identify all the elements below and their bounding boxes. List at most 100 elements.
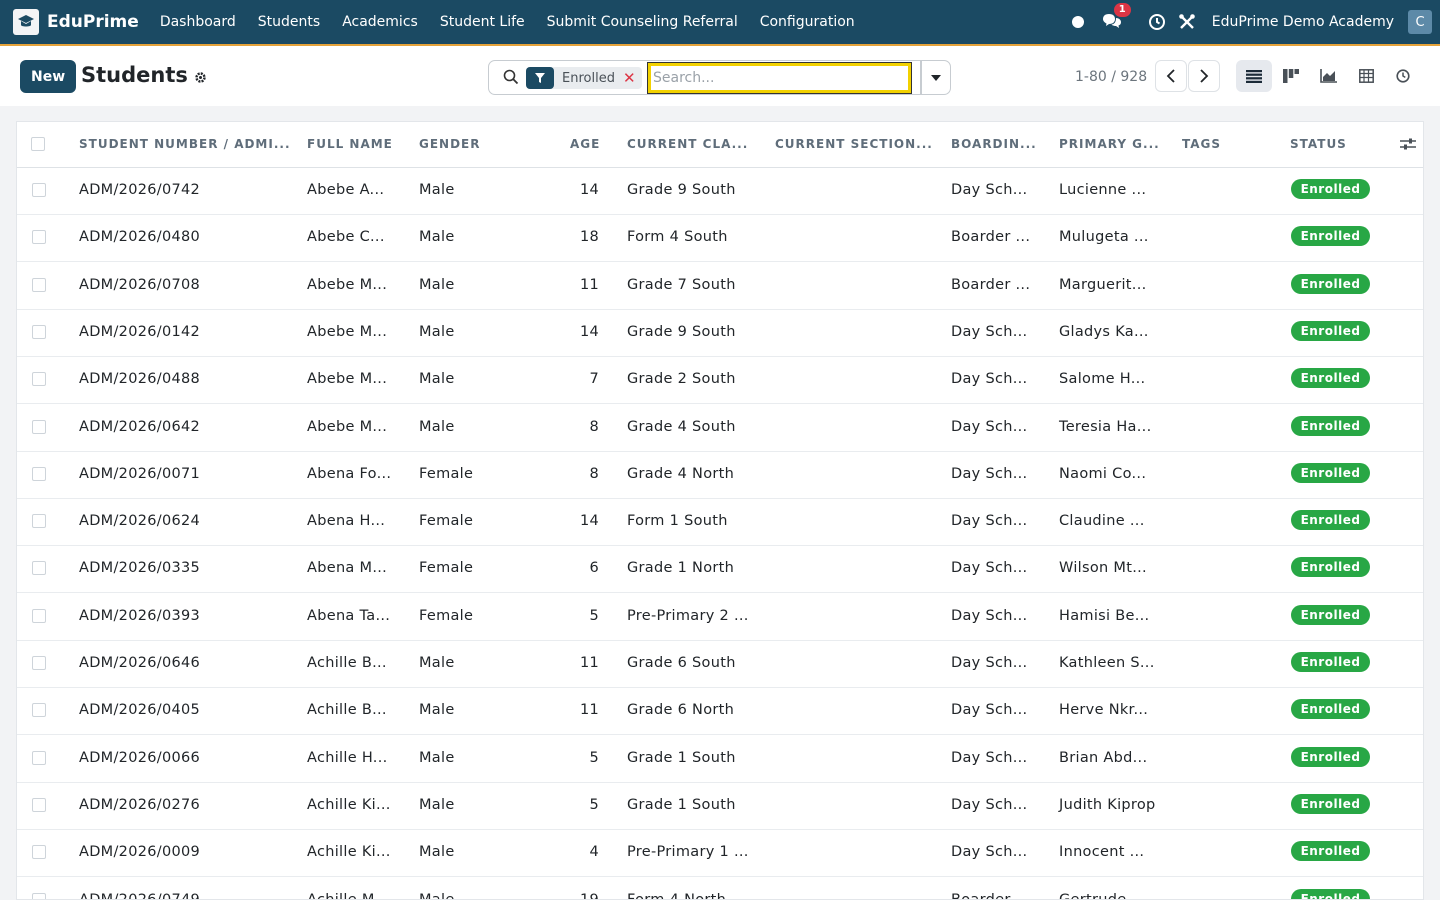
row-checkbox[interactable]: [32, 608, 46, 623]
cell-primary-guardian: Brian Abd...: [1059, 749, 1148, 766]
cell-student-number: ADM/2026/0393: [79, 607, 201, 624]
column-header-status[interactable]: STATUS: [1290, 137, 1347, 151]
kanban-view-button[interactable]: [1273, 60, 1309, 92]
menu-item-academics[interactable]: Academics: [331, 14, 429, 30]
cell-boarding: Day Sch...: [951, 796, 1028, 813]
column-header-current-class[interactable]: CURRENT CLA...: [627, 137, 748, 151]
pivot-view-button[interactable]: [1348, 60, 1384, 92]
row-checkbox[interactable]: [32, 703, 46, 718]
column-settings-icon[interactable]: [1400, 137, 1416, 155]
column-header-age[interactable]: AGE: [570, 137, 600, 151]
row-checkbox[interactable]: [32, 230, 46, 245]
row-checkbox[interactable]: [32, 845, 46, 860]
cell-boarding: Day Sch...: [951, 323, 1028, 340]
cell-primary-guardian: Teresia Ha...: [1059, 418, 1152, 435]
table-row[interactable]: ADM/2026/0708 Abebe M... Male 11 Grade 7 Sou…: [17, 263, 1423, 310]
table-row[interactable]: ADM/2026/0335 Abena M... Female 6 Grade 1 No…: [17, 546, 1423, 594]
cell-boarding: Day Sch...: [951, 655, 1028, 671]
activity-clock-button[interactable]: [1148, 13, 1166, 31]
messages-button[interactable]: 1: [1102, 3, 1131, 32]
row-checkbox[interactable]: [32, 656, 46, 670]
cell-primary-guardian: Mulugeta ...: [1059, 229, 1149, 246]
table-row[interactable]: ADM/2026/0393 Abena Ta... Female 5 Pre-Prima…: [17, 594, 1423, 641]
menu-item-counseling-referral[interactable]: Submit Counseling Referral: [536, 14, 749, 30]
menu-item-students[interactable]: Students: [247, 14, 331, 30]
cell-full-name: Abena Ta...: [307, 607, 391, 624]
search-icon[interactable]: [503, 69, 519, 89]
status-badge: Enrolled: [1291, 652, 1370, 672]
cell-boarding: Day Sch...: [951, 465, 1028, 482]
row-checkbox[interactable]: [32, 750, 46, 765]
pager-value[interactable]: 1-80 / 928: [1075, 69, 1147, 85]
cell-age: 11: [579, 655, 599, 671]
row-checkbox[interactable]: [32, 797, 46, 812]
select-all-checkbox[interactable]: [31, 137, 45, 151]
row-checkbox[interactable]: [32, 514, 46, 529]
row-checkbox[interactable]: [32, 892, 46, 899]
row-checkbox[interactable]: [32, 561, 46, 576]
cell-boarding: Day Sch...: [951, 844, 1028, 861]
search-options-toggle[interactable]: [921, 60, 951, 95]
column-header-student-number[interactable]: STUDENT NUMBER / ADMI...: [79, 137, 291, 151]
row-checkbox[interactable]: [32, 466, 46, 481]
list-view-button[interactable]: [1236, 60, 1272, 92]
menu-item-student-life[interactable]: Student Life: [429, 14, 536, 30]
cell-current-class: Grade 1 South: [627, 796, 736, 813]
search-input[interactable]: [647, 62, 912, 94]
row-checkbox[interactable]: [32, 419, 46, 434]
cell-gender: Male: [419, 702, 455, 719]
column-header-full-name[interactable]: FULL NAME: [307, 137, 393, 151]
table-row[interactable]: ADM/2026/0480 Abebe C... Male 18 Form 4 Sout…: [17, 215, 1423, 263]
graph-view-button[interactable]: [1310, 60, 1346, 92]
pager-previous-button[interactable]: [1155, 60, 1187, 92]
row-checkbox[interactable]: [32, 324, 46, 339]
cell-full-name: Abena Fo...: [307, 465, 392, 482]
status-dot-icon[interactable]: [1071, 16, 1084, 28]
cell-age: 8: [589, 465, 599, 482]
activity-view-button[interactable]: [1385, 60, 1421, 92]
table-row[interactable]: ADM/2026/0749 Achille M... Male 19 Form 4 No…: [17, 878, 1423, 899]
cell-student-number: ADM/2026/0488: [79, 371, 201, 388]
filter-icon: [526, 67, 554, 89]
table-row[interactable]: ADM/2026/0405 Achille B... Male 11 Grade 6 N…: [17, 688, 1423, 736]
cell-primary-guardian: Gladys Ka...: [1059, 323, 1149, 340]
column-header-tags[interactable]: TAGS: [1182, 137, 1221, 151]
company-switcher[interactable]: EduPrime Demo Academy: [1212, 14, 1394, 30]
column-header-primary-guardian[interactable]: PRIMARY G...: [1059, 137, 1160, 151]
main-menu: Dashboard Students Academics Student Lif…: [149, 14, 866, 30]
column-header-boarding[interactable]: BOARDIN...: [951, 137, 1037, 151]
clock-icon: [1148, 14, 1165, 30]
pager-next-button[interactable]: [1188, 60, 1220, 92]
table-row[interactable]: ADM/2026/0488 Abebe M... Male 7 Grade 2 Sout…: [17, 357, 1423, 405]
row-checkbox[interactable]: [32, 372, 46, 387]
table-row[interactable]: ADM/2026/0624 Abena H... Female 14 Form 1 So…: [17, 499, 1423, 547]
table-row[interactable]: ADM/2026/0071 Abena Fo... Female 8 Grade 4 N…: [17, 452, 1423, 499]
cell-student-number: ADM/2026/0742: [79, 182, 201, 198]
avatar[interactable]: C: [1408, 10, 1432, 34]
gear-icon[interactable]: [194, 71, 207, 88]
table-row[interactable]: ADM/2026/0742 Abebe A... Male 14 Grade 9 Sou…: [17, 168, 1423, 215]
table-row[interactable]: ADM/2026/0646 Achille B... Male 11 Grade 6 S…: [17, 641, 1423, 688]
table-row[interactable]: ADM/2026/0009 Achille Ki... Male 4 Pre-Prima…: [17, 830, 1423, 878]
control-panel: New Students Enrolled ✕ 1-80 / 928: [0, 46, 1440, 106]
cell-gender: Male: [419, 749, 455, 766]
cell-full-name: Abebe C...: [307, 229, 385, 246]
table-row[interactable]: ADM/2026/0642 Abebe M... Male 8 Grade 4 Sout…: [17, 405, 1423, 452]
remove-facet-icon[interactable]: ✕: [623, 69, 636, 87]
table-row[interactable]: ADM/2026/0276 Achille Ki... Male 5 Grade 1 S…: [17, 783, 1423, 830]
menu-item-configuration[interactable]: Configuration: [749, 14, 866, 30]
menu-item-dashboard[interactable]: Dashboard: [149, 14, 247, 30]
row-checkbox[interactable]: [32, 183, 46, 197]
cell-boarding: Day Sch...: [951, 182, 1028, 198]
table-row[interactable]: ADM/2026/0142 Abebe M... Male 14 Grade 9 Sou…: [17, 310, 1423, 357]
table-row[interactable]: ADM/2026/0066 Achille H... Male 5 Grade 1 So…: [17, 736, 1423, 783]
new-button[interactable]: New: [20, 60, 77, 93]
cell-current-class: Form 1 South: [627, 513, 728, 530]
debug-tools-button[interactable]: [1178, 13, 1196, 31]
column-header-gender[interactable]: GENDER: [419, 137, 481, 151]
cell-current-class: Grade 1 North: [627, 560, 735, 577]
row-checkbox[interactable]: [32, 277, 46, 292]
column-header-current-section[interactable]: CURRENT SECTION...: [775, 137, 933, 151]
filter-facet: Enrolled ✕: [526, 67, 642, 89]
brand[interactable]: EduPrime: [13, 9, 149, 35]
